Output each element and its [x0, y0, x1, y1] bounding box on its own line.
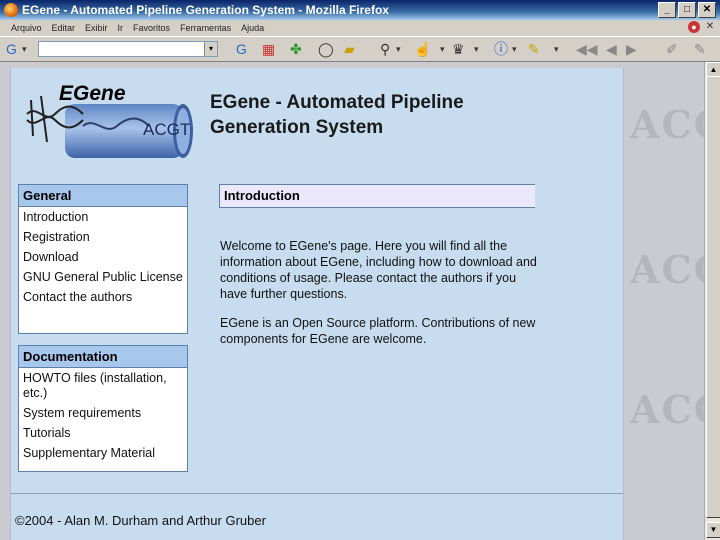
magnifier-icon[interactable]: ⚲ [380, 41, 390, 57]
scroll-down-arrow[interactable]: ▼ [706, 522, 720, 538]
logo-text: EGene [59, 82, 126, 105]
menu-arquivo[interactable]: Arquivo [6, 20, 47, 36]
nav-general-heading: General [19, 185, 187, 207]
google-icon[interactable]: G [6, 41, 17, 57]
minimize-button[interactable]: _ [658, 2, 676, 18]
dropdown-icon[interactable]: ▾ [440, 41, 445, 57]
dropdown-icon[interactable]: ▾ [204, 42, 217, 56]
nav-item-contact[interactable]: Contact the authors [19, 287, 187, 307]
nav-item-tutorials[interactable]: Tutorials [19, 423, 187, 443]
browser-viewport: ACGT ACGT ACGT EGene [0, 62, 720, 540]
close-button[interactable]: ✕ [698, 2, 716, 18]
stop-icon[interactable]: ● [688, 21, 700, 33]
pencil-icon[interactable]: ✎ [528, 41, 540, 57]
search-input[interactable]: ▾ [38, 41, 218, 57]
menu-editar[interactable]: Editar [47, 20, 81, 36]
toolbar: G ▾ ▾ G ▦ ✤ ◯ ▰ ⚲ ▾ ☝ ▾ ♛ ▾ ⓘ ▾ ✎ ▾ ◀◀ ◀… [0, 36, 720, 62]
menu-ajuda[interactable]: Ajuda [236, 20, 269, 36]
nav-general: General Introduction Registration Downlo… [18, 184, 188, 334]
nav-item-gnu-license[interactable]: GNU General Public License [19, 267, 187, 287]
settings-icon[interactable]: ✎ [694, 41, 706, 57]
menu-bar: Arquivo Editar Exibir Ir Favoritos Ferra… [0, 20, 720, 36]
menu-exibir[interactable]: Exibir [80, 20, 113, 36]
cursor-icon[interactable]: ☝ [414, 41, 431, 57]
menu-ferramentas[interactable]: Ferramentas [175, 20, 236, 36]
nav-item-introduction[interactable]: Introduction [19, 207, 187, 227]
vertical-scrollbar[interactable]: ▲ ▼ [704, 62, 720, 540]
firefox-icon [4, 3, 18, 17]
maximize-button[interactable]: □ [678, 2, 696, 18]
chevron-down-icon[interactable]: ▾ [22, 41, 27, 57]
nav-documentation-heading: Documentation [19, 346, 187, 368]
dropdown-icon[interactable]: ▾ [474, 41, 479, 57]
window-title: EGene - Automated Pipeline Generation Sy… [22, 3, 389, 17]
nav-documentation: Documentation HOWTO files (installation,… [18, 345, 188, 472]
next-icon[interactable]: ▶ [626, 41, 637, 57]
clover-icon[interactable]: ✤ [290, 41, 302, 57]
logo-tube-text: ACGT [143, 120, 191, 139]
intro-heading: Introduction [219, 184, 535, 208]
dropdown-icon[interactable]: ▾ [554, 41, 559, 57]
graduation-cap-icon[interactable]: ♛ [452, 41, 465, 57]
scroll-thumb[interactable] [706, 76, 720, 518]
previous-icon[interactable]: ◀ [606, 41, 617, 57]
intro-paragraph: Welcome to EGene's page. Here you will f… [220, 239, 537, 301]
nav-item-download[interactable]: Download [19, 247, 187, 267]
rewind-icon[interactable]: ◀◀ [576, 41, 598, 57]
footer-copyright: ©2004 - Alan M. Durham and Arthur Gruber [15, 513, 266, 528]
intro-paragraph: EGene is an Open Source platform. Contri… [220, 316, 536, 346]
nav-item-registration[interactable]: Registration [19, 227, 187, 247]
nav-item-howto[interactable]: HOWTO files (installation, etc.) [19, 368, 187, 403]
window-titlebar: EGene - Automated Pipeline Generation Sy… [0, 0, 720, 20]
dropdown-icon[interactable]: ▾ [396, 41, 401, 57]
info-icon[interactable]: ⓘ [494, 41, 508, 57]
close-tab-icon[interactable]: ✕ [704, 21, 716, 33]
book-icon[interactable]: ▰ [344, 41, 355, 57]
dropdown-icon[interactable]: ▾ [512, 41, 517, 57]
highlighter-icon[interactable]: ✐ [666, 41, 678, 57]
speech-bubble-icon[interactable]: ◯ [318, 41, 334, 57]
google-search-icon[interactable]: G [236, 41, 247, 57]
menu-ir[interactable]: Ir [113, 20, 129, 36]
nav-item-system-requirements[interactable]: System requirements [19, 403, 187, 423]
page-content: EGene ACGT EGene - Automated Pipeline Ge… [10, 68, 624, 540]
nav-item-supplementary[interactable]: Supplementary Material [19, 443, 187, 463]
page-title: EGene - Automated Pipeline Generation Sy… [210, 92, 464, 138]
menu-favoritos[interactable]: Favoritos [128, 20, 175, 36]
footer-divider [11, 493, 623, 494]
page-icon[interactable]: ▦ [262, 41, 275, 57]
egene-logo: EGene ACGT [23, 76, 213, 166]
